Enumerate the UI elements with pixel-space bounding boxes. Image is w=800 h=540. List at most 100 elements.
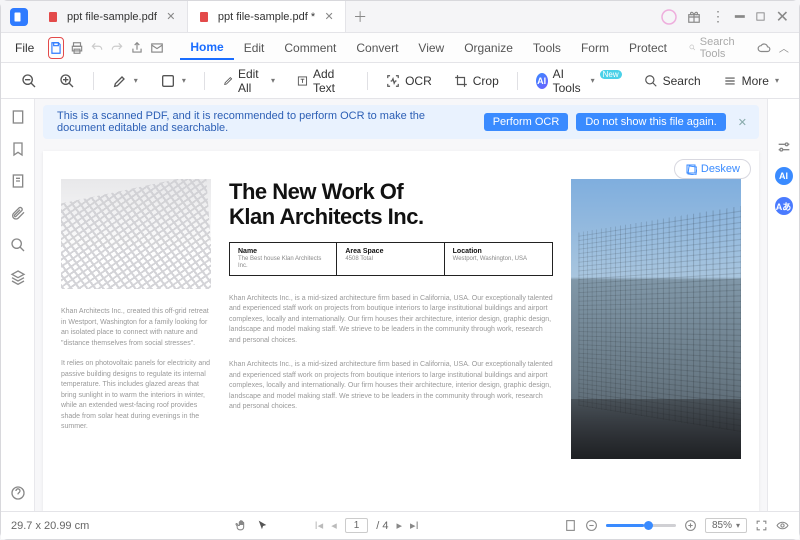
minimize-icon[interactable]: ━ <box>735 7 745 27</box>
last-page-icon[interactable]: ▸I <box>410 519 419 532</box>
attachments-panel-icon[interactable] <box>10 205 26 221</box>
menu-edit[interactable]: Edit <box>234 37 275 59</box>
close-window-icon[interactable]: ✕ <box>776 7 789 27</box>
perform-ocr-button[interactable]: Perform OCR <box>484 113 569 131</box>
square-icon <box>160 73 176 89</box>
document-title: The New Work Of Klan Architects Inc. <box>229 179 553 230</box>
next-page-icon[interactable]: ▸ <box>397 519 403 532</box>
hand-tool-icon[interactable] <box>235 519 248 532</box>
pdf-file-icon <box>198 11 210 23</box>
crop-button[interactable]: Crop <box>448 71 505 91</box>
ai-icon: AI <box>536 73 548 89</box>
file-menu[interactable]: File <box>7 41 42 55</box>
translate-sidebar-icon[interactable]: Aあ <box>775 197 793 215</box>
fit-page-icon[interactable] <box>564 519 577 532</box>
file-menu-row: File Home Edit Comment Convert View Orga… <box>1 33 799 63</box>
document-image-right <box>571 179 741 459</box>
zoom-in-button[interactable] <box>53 70 81 92</box>
prev-page-icon[interactable]: ◂ <box>331 519 337 532</box>
gift-icon[interactable] <box>687 10 701 24</box>
more-button[interactable]: More▾ <box>717 71 785 91</box>
undo-icon <box>90 41 104 55</box>
shape-button[interactable]: ▾ <box>154 70 192 92</box>
deskew-icon <box>685 163 697 175</box>
zoom-in-icon <box>59 73 75 89</box>
deskew-button[interactable]: Deskew <box>674 159 751 179</box>
help-icon[interactable] <box>10 485 26 501</box>
text-icon <box>297 74 308 88</box>
zoom-in-status-icon[interactable] <box>684 519 697 532</box>
menu-comment[interactable]: Comment <box>274 37 346 59</box>
menu-tools[interactable]: Tools <box>523 37 571 59</box>
thumbnail-panel-icon[interactable] <box>10 109 26 125</box>
close-tab-icon[interactable]: ✕ <box>323 11 335 23</box>
search-icon <box>689 42 696 53</box>
zoom-level[interactable]: 85%▾ <box>705 518 747 533</box>
zoom-out-icon <box>21 73 37 89</box>
left-sidebar <box>1 99 35 511</box>
pdf-file-icon <box>47 11 59 23</box>
email-icon <box>150 41 164 55</box>
reading-mode-icon[interactable] <box>776 519 789 532</box>
dont-show-button[interactable]: Do not show this file again. <box>576 113 725 131</box>
redo-icon <box>110 41 124 55</box>
tab-label: ppt file-sample.pdf * <box>218 11 315 23</box>
email-button[interactable] <box>150 37 164 59</box>
banner-message: This is a scanned PDF, and it is recomme… <box>51 110 476 134</box>
menu-view[interactable]: View <box>408 37 454 59</box>
search-panel-icon[interactable] <box>10 237 26 253</box>
menu-convert[interactable]: Convert <box>346 37 408 59</box>
ai-tools-button[interactable]: AIAI Tools▾New <box>530 64 628 98</box>
maximize-icon[interactable] <box>755 11 766 22</box>
menu-protect[interactable]: Protect <box>619 37 677 59</box>
ocr-banner: This is a scanned PDF, and it is recomme… <box>43 105 759 139</box>
redo-button[interactable] <box>110 37 124 59</box>
share-button[interactable] <box>130 37 144 59</box>
close-tab-icon[interactable]: ✕ <box>165 11 177 23</box>
profile-icon[interactable] <box>661 9 677 25</box>
hamburger-icon <box>723 74 737 88</box>
menu-form[interactable]: Form <box>571 37 619 59</box>
ai-sidebar-icon[interactable]: AI <box>775 167 793 185</box>
search-icon <box>644 74 658 88</box>
tab-1[interactable]: ppt file-sample.pdf ✕ <box>37 1 188 32</box>
menu-organize[interactable]: Organize <box>454 37 523 59</box>
first-page-icon[interactable]: I◂ <box>315 519 324 532</box>
zoom-out-status-icon[interactable] <box>585 519 598 532</box>
add-text-button[interactable]: Add Text <box>291 64 355 98</box>
add-tab-button[interactable]: ＋ <box>346 7 374 27</box>
edit-all-button[interactable]: Edit All▾ <box>217 64 281 98</box>
comments-panel-icon[interactable] <box>10 173 26 189</box>
title-bar: ppt file-sample.pdf ✕ ppt file-sample.pd… <box>1 1 799 33</box>
fullscreen-icon[interactable] <box>755 519 768 532</box>
pencil-icon <box>223 74 233 88</box>
close-banner-icon[interactable]: ✕ <box>734 116 751 129</box>
document-meta-table: NameThe Best house Klan Architects Inc. … <box>229 242 553 276</box>
save-button[interactable] <box>48 37 64 59</box>
print-button[interactable] <box>70 37 84 59</box>
document-left-column: Khan Architects Inc., created this off-g… <box>61 307 211 443</box>
print-icon <box>70 41 84 55</box>
home-toolbar: ▾ ▾ Edit All▾ Add Text OCR Crop AIAI Too… <box>1 63 799 99</box>
bookmark-panel-icon[interactable] <box>10 141 26 157</box>
document-page: Deskew Khan Architects Inc., created thi… <box>43 151 759 511</box>
document-body-text: Khan Architects Inc., is a mid-sized arc… <box>229 294 553 413</box>
cloud-icon[interactable] <box>757 41 771 55</box>
status-bar: 29.7 x 20.99 cm I◂ ◂ 1 / 4 ▸ ▸I 85%▾ <box>1 511 799 539</box>
menu-home[interactable]: Home <box>180 36 233 60</box>
tab-2[interactable]: ppt file-sample.pdf * ✕ <box>188 1 346 32</box>
zoom-slider[interactable] <box>606 524 676 527</box>
search-button[interactable]: Search <box>638 71 707 91</box>
highlighter-button[interactable]: ▾ <box>106 70 144 92</box>
select-tool-icon[interactable] <box>256 519 269 532</box>
collapse-ribbon-icon[interactable]: ︿ <box>779 40 789 55</box>
kebab-menu-icon[interactable]: ⋮ <box>711 8 725 25</box>
properties-panel-icon[interactable] <box>776 139 792 155</box>
page-number-input[interactable]: 1 <box>345 518 369 533</box>
ocr-button[interactable]: OCR <box>380 71 438 91</box>
tab-label: ppt file-sample.pdf <box>67 11 157 23</box>
layers-panel-icon[interactable] <box>10 269 26 285</box>
search-tools-input[interactable]: Search Tools <box>683 36 745 60</box>
zoom-out-button[interactable] <box>15 70 43 92</box>
undo-button[interactable] <box>90 37 104 59</box>
